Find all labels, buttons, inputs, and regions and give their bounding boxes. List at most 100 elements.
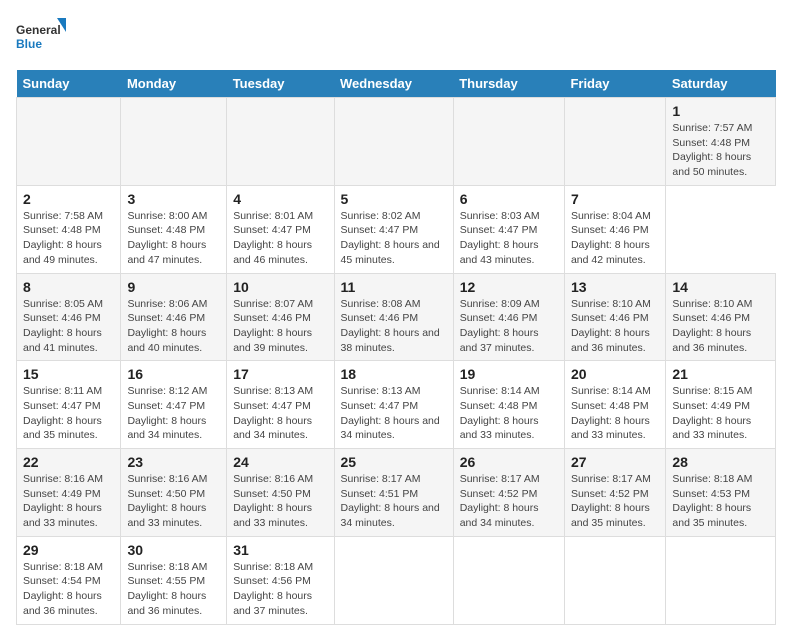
day-cell-30: 30Sunrise: 8:18 AMSunset: 4:55 PMDayligh… bbox=[121, 536, 227, 624]
logo: General Blue bbox=[16, 16, 66, 58]
day-cell-10: 10Sunrise: 8:07 AMSunset: 4:46 PMDayligh… bbox=[227, 273, 334, 361]
day-info: Sunrise: 8:12 AMSunset: 4:47 PMDaylight:… bbox=[127, 384, 220, 443]
day-cell-16: 16 Sunrise: 8:12 AMSunset: 4:47 PMDayligh… bbox=[121, 361, 227, 449]
day-cell-23: 23 Sunrise: 8:16 AMSunset: 4:50 PMDayligh… bbox=[121, 449, 227, 537]
day-number: 30 bbox=[127, 542, 220, 558]
day-cell-25: 25 Sunrise: 8:17 AMSunset: 4:51 PMDayligh… bbox=[334, 449, 453, 537]
day-number: 7 bbox=[571, 191, 659, 207]
day-number: 21 bbox=[672, 366, 769, 382]
day-cell-19: 19 Sunrise: 8:14 AMSunset: 4:48 PMDayligh… bbox=[453, 361, 564, 449]
day-info: Sunrise: 8:15 AMSunset: 4:49 PMDaylight:… bbox=[672, 384, 769, 443]
empty-cell bbox=[564, 98, 665, 186]
empty-cell bbox=[564, 536, 665, 624]
day-cell-27: 27 Sunrise: 8:17 AMSunset: 4:52 PMDayligh… bbox=[564, 449, 665, 537]
day-info: Sunrise: 8:00 AMSunset: 4:48 PMDaylight:… bbox=[127, 209, 220, 268]
header-wednesday: Wednesday bbox=[334, 70, 453, 98]
svg-text:General: General bbox=[16, 23, 61, 37]
day-cell-4: 4 Sunrise: 8:01 AMSunset: 4:47 PMDaylight… bbox=[227, 185, 334, 273]
day-number: 19 bbox=[460, 366, 558, 382]
day-number: 13 bbox=[571, 279, 659, 295]
header-friday: Friday bbox=[564, 70, 665, 98]
empty-cell bbox=[453, 98, 564, 186]
day-cell-8: 8 Sunrise: 8:05 AMSunset: 4:46 PMDaylight… bbox=[17, 273, 121, 361]
day-number: 8 bbox=[23, 279, 114, 295]
day-info: Sunrise: 8:16 AMSunset: 4:50 PMDaylight:… bbox=[233, 472, 327, 531]
day-info: Sunrise: 8:08 AMSunset: 4:46 PMDaylight:… bbox=[341, 297, 447, 356]
day-info: Sunrise: 8:16 AMSunset: 4:49 PMDaylight:… bbox=[23, 472, 114, 531]
day-info: Sunrise: 8:14 AMSunset: 4:48 PMDaylight:… bbox=[571, 384, 659, 443]
day-cell-15: 15 Sunrise: 8:11 AMSunset: 4:47 PMDayligh… bbox=[17, 361, 121, 449]
week-row-0: 1Sunrise: 7:57 AMSunset: 4:48 PMDaylight… bbox=[17, 98, 776, 186]
day-info: Sunrise: 8:01 AMSunset: 4:47 PMDaylight:… bbox=[233, 209, 327, 268]
day-cell-7: 7Sunrise: 8:04 AMSunset: 4:46 PMDaylight… bbox=[564, 185, 665, 273]
day-number: 15 bbox=[23, 366, 114, 382]
day-info: Sunrise: 8:03 AMSunset: 4:47 PMDaylight:… bbox=[460, 209, 558, 268]
day-info: Sunrise: 8:09 AMSunset: 4:46 PMDaylight:… bbox=[460, 297, 558, 356]
day-number: 28 bbox=[672, 454, 769, 470]
week-row-1: 2Sunrise: 7:58 AMSunset: 4:48 PMDaylight… bbox=[17, 185, 776, 273]
day-number: 1 bbox=[672, 103, 769, 119]
day-info: Sunrise: 8:05 AMSunset: 4:46 PMDaylight:… bbox=[23, 297, 114, 356]
day-number: 6 bbox=[460, 191, 558, 207]
week-row-5: 29 Sunrise: 8:18 AMSunset: 4:54 PMDayligh… bbox=[17, 536, 776, 624]
day-number: 9 bbox=[127, 279, 220, 295]
day-info: Sunrise: 8:06 AMSunset: 4:46 PMDaylight:… bbox=[127, 297, 220, 356]
day-info: Sunrise: 8:17 AMSunset: 4:51 PMDaylight:… bbox=[341, 472, 447, 531]
day-cell-20: 20 Sunrise: 8:14 AMSunset: 4:48 PMDayligh… bbox=[564, 361, 665, 449]
day-info: Sunrise: 8:17 AMSunset: 4:52 PMDaylight:… bbox=[571, 472, 659, 531]
calendar-body: 1Sunrise: 7:57 AMSunset: 4:48 PMDaylight… bbox=[17, 98, 776, 625]
empty-cell bbox=[666, 536, 776, 624]
day-number: 12 bbox=[460, 279, 558, 295]
day-cell-24: 24 Sunrise: 8:16 AMSunset: 4:50 PMDayligh… bbox=[227, 449, 334, 537]
day-cell-5: 5 Sunrise: 8:02 AMSunset: 4:47 PMDaylight… bbox=[334, 185, 453, 273]
day-number: 26 bbox=[460, 454, 558, 470]
day-number: 5 bbox=[341, 191, 447, 207]
day-info: Sunrise: 8:18 AMSunset: 4:54 PMDaylight:… bbox=[23, 560, 114, 619]
day-number: 14 bbox=[672, 279, 769, 295]
week-row-2: 8 Sunrise: 8:05 AMSunset: 4:46 PMDaylight… bbox=[17, 273, 776, 361]
day-info: Sunrise: 8:13 AMSunset: 4:47 PMDaylight:… bbox=[341, 384, 447, 443]
day-cell-3: 3 Sunrise: 8:00 AMSunset: 4:48 PMDaylight… bbox=[121, 185, 227, 273]
day-info: Sunrise: 8:17 AMSunset: 4:52 PMDaylight:… bbox=[460, 472, 558, 531]
day-info: Sunrise: 8:16 AMSunset: 4:50 PMDaylight:… bbox=[127, 472, 220, 531]
day-info: Sunrise: 8:11 AMSunset: 4:47 PMDaylight:… bbox=[23, 384, 114, 443]
header-thursday: Thursday bbox=[453, 70, 564, 98]
day-number: 27 bbox=[571, 454, 659, 470]
day-info: Sunrise: 8:10 AMSunset: 4:46 PMDaylight:… bbox=[672, 297, 769, 356]
day-info: Sunrise: 8:13 AMSunset: 4:47 PMDaylight:… bbox=[233, 384, 327, 443]
header-tuesday: Tuesday bbox=[227, 70, 334, 98]
day-number: 18 bbox=[341, 366, 447, 382]
day-cell-12: 12 Sunrise: 8:09 AMSunset: 4:46 PMDayligh… bbox=[453, 273, 564, 361]
day-cell-2: 2Sunrise: 7:58 AMSunset: 4:48 PMDaylight… bbox=[17, 185, 121, 273]
day-info: Sunrise: 8:14 AMSunset: 4:48 PMDaylight:… bbox=[460, 384, 558, 443]
day-number: 3 bbox=[127, 191, 220, 207]
day-info: Sunrise: 8:18 AMSunset: 4:53 PMDaylight:… bbox=[672, 472, 769, 531]
calendar-header: SundayMondayTuesdayWednesdayThursdayFrid… bbox=[17, 70, 776, 98]
day-number: 23 bbox=[127, 454, 220, 470]
logo-svg: General Blue bbox=[16, 16, 66, 58]
day-number: 24 bbox=[233, 454, 327, 470]
calendar-table: SundayMondayTuesdayWednesdayThursdayFrid… bbox=[16, 70, 776, 625]
day-number: 4 bbox=[233, 191, 327, 207]
day-info: Sunrise: 8:02 AMSunset: 4:47 PMDaylight:… bbox=[341, 209, 447, 268]
day-cell-22: 22Sunrise: 8:16 AMSunset: 4:49 PMDayligh… bbox=[17, 449, 121, 537]
day-number: 20 bbox=[571, 366, 659, 382]
day-cell-28: 28 Sunrise: 8:18 AMSunset: 4:53 PMDayligh… bbox=[666, 449, 776, 537]
day-number: 25 bbox=[341, 454, 447, 470]
day-number: 31 bbox=[233, 542, 327, 558]
day-number: 29 bbox=[23, 542, 114, 558]
day-info: Sunrise: 8:07 AMSunset: 4:46 PMDaylight:… bbox=[233, 297, 327, 356]
day-info: Sunrise: 8:18 AMSunset: 4:56 PMDaylight:… bbox=[233, 560, 327, 619]
day-number: 16 bbox=[127, 366, 220, 382]
header: General Blue bbox=[16, 16, 776, 58]
empty-cell bbox=[121, 98, 227, 186]
empty-cell bbox=[453, 536, 564, 624]
empty-cell bbox=[227, 98, 334, 186]
day-number: 2 bbox=[23, 191, 114, 207]
day-cell-17: 17Sunrise: 8:13 AMSunset: 4:47 PMDayligh… bbox=[227, 361, 334, 449]
header-saturday: Saturday bbox=[666, 70, 776, 98]
day-cell-21: 21 Sunrise: 8:15 AMSunset: 4:49 PMDayligh… bbox=[666, 361, 776, 449]
day-cell-26: 26 Sunrise: 8:17 AMSunset: 4:52 PMDayligh… bbox=[453, 449, 564, 537]
empty-cell bbox=[334, 536, 453, 624]
empty-cell bbox=[17, 98, 121, 186]
